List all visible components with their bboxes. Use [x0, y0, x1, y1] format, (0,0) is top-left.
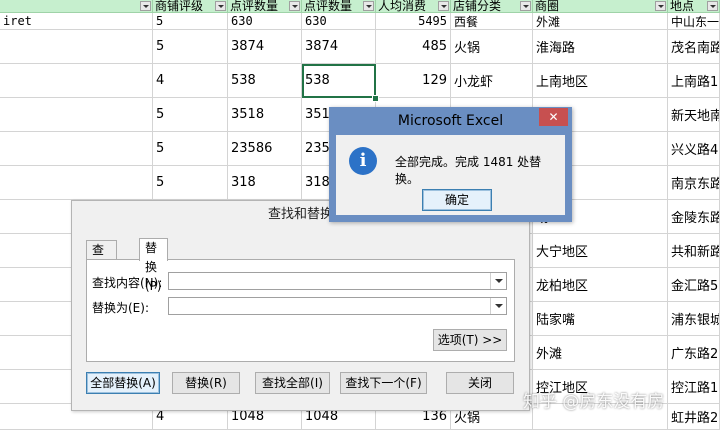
table-row: 5 3874 3874 485 火锅 淮海路 茂名南路: [0, 30, 720, 64]
fill-handle[interactable]: [372, 95, 379, 102]
table-cell[interactable]: 陆家嘴: [533, 302, 668, 336]
table-cell[interactable]: 5: [153, 132, 228, 166]
watermark: 知乎 @房东没有房: [523, 392, 665, 412]
table-cell[interactable]: 广东路2: [668, 336, 720, 370]
find-input[interactable]: [168, 272, 507, 290]
table-cell[interactable]: 129: [376, 64, 451, 98]
table-cell[interactable]: [0, 30, 153, 64]
header-cell: 商圈: [533, 0, 668, 13]
find-replace-dialog: 查找和替换 查找(D) 替换(P) 查找内容(N): 替换为(E): 选项(T)…: [71, 200, 530, 411]
replace-all-button[interactable]: 全部替换(A): [86, 372, 160, 394]
header-cell: 点评数量: [228, 0, 302, 13]
filter-dropdown-icon[interactable]: [215, 1, 226, 11]
table-cell[interactable]: 3874: [302, 30, 376, 64]
table-cell[interactable]: 大宁地区: [533, 234, 668, 268]
table-cell[interactable]: 控江路1: [668, 370, 720, 404]
table-cell[interactable]: 金汇路5: [668, 268, 720, 302]
filter-dropdown-icon[interactable]: [438, 1, 449, 11]
table-cell[interactable]: 485: [376, 30, 451, 64]
find-all-button[interactable]: 查找全部(I): [255, 372, 330, 394]
filter-dropdown-icon[interactable]: [289, 1, 300, 11]
table-cell[interactable]: 浦东银城: [668, 302, 720, 336]
table-cell[interactable]: 318: [228, 166, 302, 200]
table-cell[interactable]: [0, 132, 153, 166]
table-cell[interactable]: 5: [153, 30, 228, 64]
table-row: 4 538 538 129 小龙虾 上南地区 上南路1: [0, 64, 720, 98]
table-cell[interactable]: 兴义路4: [668, 132, 720, 166]
header-cell: 人均消费: [376, 0, 451, 13]
header-cell: 店铺分类: [451, 0, 533, 13]
table-cell[interactable]: 5495: [376, 13, 451, 30]
table-cell[interactable]: [0, 98, 153, 132]
table-cell[interactable]: 中山东一: [668, 13, 720, 30]
close-icon[interactable]: ✕: [539, 108, 568, 126]
options-button[interactable]: 选项(T) >>: [433, 329, 507, 351]
table-cell[interactable]: 3874: [228, 30, 302, 64]
table-cell[interactable]: 3518: [228, 98, 302, 132]
replace-history-dropdown-icon[interactable]: [490, 298, 506, 314]
tab-replace[interactable]: 替换(P): [139, 238, 168, 293]
table-cell[interactable]: 南京东路: [668, 166, 720, 200]
message-box-title: Microsoft Excel: [397, 113, 504, 129]
ok-button[interactable]: 确定: [422, 189, 492, 211]
table-cell[interactable]: 5: [153, 98, 228, 132]
table-cell[interactable]: 23586: [228, 132, 302, 166]
table-cell[interactable]: iret: [0, 13, 153, 30]
table-cell[interactable]: [0, 64, 153, 98]
table-cell[interactable]: 新天地南: [668, 98, 720, 132]
excel-message-box: Microsoft Excel ✕ i 全部完成。完成 1481 处替换。 确定: [329, 107, 572, 222]
table-cell[interactable]: 630: [228, 13, 302, 30]
replace-label: 替换为(E):: [92, 301, 149, 315]
replace-button[interactable]: 替换(R): [172, 372, 240, 394]
table-cell[interactable]: 火锅: [451, 30, 533, 64]
close-button[interactable]: 关闭: [446, 372, 514, 394]
table-cell[interactable]: 上南地区: [533, 64, 668, 98]
table-cell[interactable]: 龙柏地区: [533, 268, 668, 302]
table-cell[interactable]: 630: [302, 13, 376, 30]
info-icon: i: [349, 147, 377, 175]
table-cell[interactable]: 外滩: [533, 336, 668, 370]
find-next-button[interactable]: 查找下一个(F): [340, 372, 427, 394]
table-cell[interactable]: 金陵东路: [668, 200, 720, 234]
filter-dropdown-icon[interactable]: [140, 1, 151, 11]
header-row: 商铺评级 点评数量 点评数量 人均消费 店铺分类 商圈 地点: [0, 0, 720, 13]
table-cell[interactable]: 共和新路: [668, 234, 720, 268]
header-cell: 点评数量: [302, 0, 376, 13]
header-cell-blank: [0, 0, 153, 13]
header-cell: 商铺评级: [153, 0, 228, 13]
table-cell[interactable]: 西餐: [451, 13, 533, 30]
table-cell[interactable]: 小龙虾: [451, 64, 533, 98]
table-cell[interactable]: 5: [153, 166, 228, 200]
message-text: 全部完成。完成 1481 处替换。: [395, 155, 542, 186]
filter-dropdown-icon[interactable]: [363, 1, 374, 11]
filter-dropdown-icon[interactable]: [707, 1, 718, 11]
table-cell[interactable]: 淮海路: [533, 30, 668, 64]
table-cell[interactable]: 虹井路2: [668, 404, 720, 430]
table-cell[interactable]: 4: [153, 64, 228, 98]
table-cell[interactable]: 538: [228, 64, 302, 98]
message-box-body: i 全部完成。完成 1481 处替换。 确定: [336, 135, 565, 215]
table-cell[interactable]: 5: [153, 13, 228, 30]
filter-dropdown-icon[interactable]: [655, 1, 666, 11]
replace-input[interactable]: [168, 297, 507, 315]
find-history-dropdown-icon[interactable]: [490, 273, 506, 289]
filter-dropdown-icon[interactable]: [520, 1, 531, 11]
table-cell[interactable]: 上南路1: [668, 64, 720, 98]
table-cell[interactable]: 538: [302, 64, 376, 98]
table-row: iret 5 630 630 5495 西餐 外滩 中山东一: [0, 13, 720, 30]
header-cell: 地点: [668, 0, 720, 13]
tab-find[interactable]: 查找(D): [86, 240, 117, 295]
table-cell[interactable]: 外滩: [533, 13, 668, 30]
table-cell[interactable]: [0, 166, 153, 200]
table-cell[interactable]: 茂名南路: [668, 30, 720, 64]
